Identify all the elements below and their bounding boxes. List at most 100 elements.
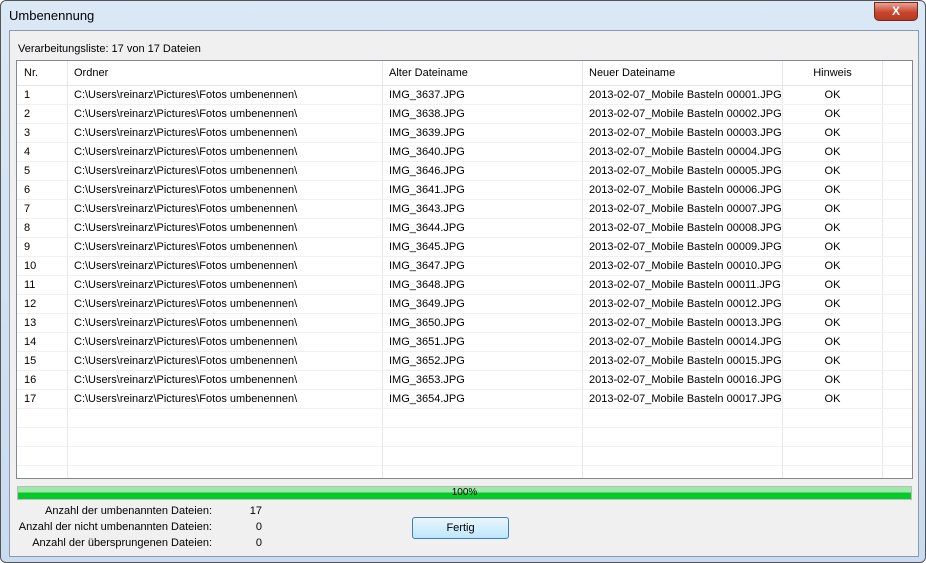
row-old-name: IMG_3639.JPG <box>383 124 583 142</box>
row-number: 5 <box>17 162 68 180</box>
row-number: 7 <box>17 200 68 218</box>
rename-dialog: Umbenennung X Verarbeitungsliste: 17 von… <box>0 0 926 563</box>
row-old-name: IMG_3646.JPG <box>383 162 583 180</box>
row-old-name: IMG_3640.JPG <box>383 143 583 161</box>
table-row[interactable]: 8 C:\Users\reinarz\Pictures\Fotos umbenen… <box>17 219 912 238</box>
column-header-filler <box>883 61 912 85</box>
column-header-new-name[interactable]: Neuer Dateiname <box>583 61 783 85</box>
table-row[interactable]: 12 C:\Users\reinarz\Pictures\Fotos umbene… <box>17 295 912 314</box>
row-folder: C:\Users\reinarz\Pictures\Fotos umbenenn… <box>68 257 383 275</box>
table-row[interactable]: 6 C:\Users\reinarz\Pictures\Fotos umbenen… <box>17 181 912 200</box>
row-new-name: 2013-02-07_Mobile Basteln 00007.JPG <box>583 200 783 218</box>
table-row[interactable]: 7 C:\Users\reinarz\Pictures\Fotos umbenen… <box>17 200 912 219</box>
column-header-folder[interactable]: Ordner <box>68 61 383 85</box>
row-number: 3 <box>17 124 68 142</box>
table-row[interactable]: 14 C:\Users\reinarz\Pictures\Fotos umbene… <box>17 333 912 352</box>
row-folder: C:\Users\reinarz\Pictures\Fotos umbenenn… <box>68 238 383 256</box>
row-new-name: 2013-02-07_Mobile Basteln 00003.JPG <box>583 124 783 142</box>
row-note: OK <box>783 105 883 123</box>
row-number: 9 <box>17 238 68 256</box>
row-number: 13 <box>17 314 68 332</box>
row-new-name: 2013-02-07_Mobile Basteln 00005.JPG <box>583 162 783 180</box>
row-new-name: 2013-02-07_Mobile Basteln 00008.JPG <box>583 219 783 237</box>
list-header: Nr. Ordner Alter Dateiname Neuer Dateina… <box>17 61 912 86</box>
row-new-name <box>583 428 783 446</box>
done-button[interactable]: Fertig <box>412 517 509 539</box>
renamed-count-label: Anzahl der umbenannten Dateien: <box>45 505 212 517</box>
row-old-name: IMG_3637.JPG <box>383 86 583 104</box>
row-new-name: 2013-02-07_Mobile Basteln 00014.JPG <box>583 333 783 351</box>
content-panel: Verarbeitungsliste: 17 von 17 Dateien Nr… <box>9 30 919 557</box>
not-renamed-count-value: 0 <box>255 521 262 533</box>
row-old-name: IMG_3641.JPG <box>383 181 583 199</box>
row-filler <box>883 409 912 427</box>
row-filler <box>883 86 912 104</box>
row-folder <box>68 447 383 465</box>
table-row[interactable]: 3 C:\Users\reinarz\Pictures\Fotos umbenen… <box>17 124 912 143</box>
row-note: OK <box>783 162 883 180</box>
table-row[interactable]: 2 C:\Users\reinarz\Pictures\Fotos umbenen… <box>17 105 912 124</box>
renamed-count-value: 17 <box>249 505 262 517</box>
row-note: OK <box>783 390 883 408</box>
row-new-name: 2013-02-07_Mobile Basteln 00002.JPG <box>583 105 783 123</box>
row-filler <box>883 295 912 313</box>
row-folder: C:\Users\reinarz\Pictures\Fotos umbenenn… <box>68 219 383 237</box>
row-note: OK <box>783 314 883 332</box>
row-folder: C:\Users\reinarz\Pictures\Fotos umbenenn… <box>68 200 383 218</box>
table-row[interactable]: 9 C:\Users\reinarz\Pictures\Fotos umbenen… <box>17 238 912 257</box>
row-number: 10 <box>17 257 68 275</box>
row-number: 8 <box>17 219 68 237</box>
table-row[interactable]: 17 C:\Users\reinarz\Pictures\Fotos umbene… <box>17 390 912 409</box>
row-note: OK <box>783 181 883 199</box>
row-new-name: 2013-02-07_Mobile Basteln 00016.JPG <box>583 371 783 389</box>
row-folder: C:\Users\reinarz\Pictures\Fotos umbenenn… <box>68 390 383 408</box>
row-old-name: IMG_3643.JPG <box>383 200 583 218</box>
table-row[interactable]: 1 C:\Users\reinarz\Pictures\Fotos umbenen… <box>17 86 912 105</box>
row-filler <box>883 314 912 332</box>
row-filler <box>883 257 912 275</box>
not-renamed-count-label: Anzahl der nicht umbenannten Dateien: <box>18 521 212 533</box>
row-folder: C:\Users\reinarz\Pictures\Fotos umbenenn… <box>68 276 383 294</box>
row-filler <box>883 105 912 123</box>
row-folder: C:\Users\reinarz\Pictures\Fotos umbenenn… <box>68 181 383 199</box>
column-header-note[interactable]: Hinweis <box>783 61 883 85</box>
row-folder: C:\Users\reinarz\Pictures\Fotos umbenenn… <box>68 162 383 180</box>
row-folder: C:\Users\reinarz\Pictures\Fotos umbenenn… <box>68 371 383 389</box>
row-new-name: 2013-02-07_Mobile Basteln 00004.JPG <box>583 143 783 161</box>
table-row[interactable]: 10 C:\Users\reinarz\Pictures\Fotos umbene… <box>17 257 912 276</box>
row-filler <box>883 238 912 256</box>
row-folder <box>68 409 383 427</box>
table-row[interactable]: 5 C:\Users\reinarz\Pictures\Fotos umbenen… <box>17 162 912 181</box>
row-note: OK <box>783 200 883 218</box>
close-button[interactable]: X <box>874 2 918 21</box>
row-folder: C:\Users\reinarz\Pictures\Fotos umbenenn… <box>68 333 383 351</box>
row-filler <box>883 181 912 199</box>
file-list[interactable]: Nr. Ordner Alter Dateiname Neuer Dateina… <box>16 60 913 479</box>
row-note: OK <box>783 238 883 256</box>
column-header-old-name[interactable]: Alter Dateiname <box>383 61 583 85</box>
row-old-name: IMG_3647.JPG <box>383 257 583 275</box>
row-note: OK <box>783 257 883 275</box>
table-row[interactable]: 4 C:\Users\reinarz\Pictures\Fotos umbenen… <box>17 143 912 162</box>
table-row[interactable]: 15 C:\Users\reinarz\Pictures\Fotos umbene… <box>17 352 912 371</box>
column-header-nr[interactable]: Nr. <box>17 61 68 85</box>
table-row[interactable]: 13 C:\Users\reinarz\Pictures\Fotos umbene… <box>17 314 912 333</box>
row-filler <box>883 162 912 180</box>
row-folder <box>68 466 383 478</box>
table-row[interactable]: 16 C:\Users\reinarz\Pictures\Fotos umbene… <box>17 371 912 390</box>
row-number: 17 <box>17 390 68 408</box>
row-note: OK <box>783 219 883 237</box>
row-filler <box>883 200 912 218</box>
row-folder <box>68 428 383 446</box>
row-old-name <box>383 447 583 465</box>
row-filler <box>883 124 912 142</box>
table-row[interactable]: 11 C:\Users\reinarz\Pictures\Fotos umbene… <box>17 276 912 295</box>
row-note: OK <box>783 295 883 313</box>
empty-row <box>17 409 912 428</box>
row-old-name <box>383 466 583 478</box>
row-number: 16 <box>17 371 68 389</box>
row-number <box>17 409 68 427</box>
row-new-name: 2013-02-07_Mobile Basteln 00010.JPG <box>583 257 783 275</box>
row-new-name <box>583 447 783 465</box>
row-filler <box>883 219 912 237</box>
